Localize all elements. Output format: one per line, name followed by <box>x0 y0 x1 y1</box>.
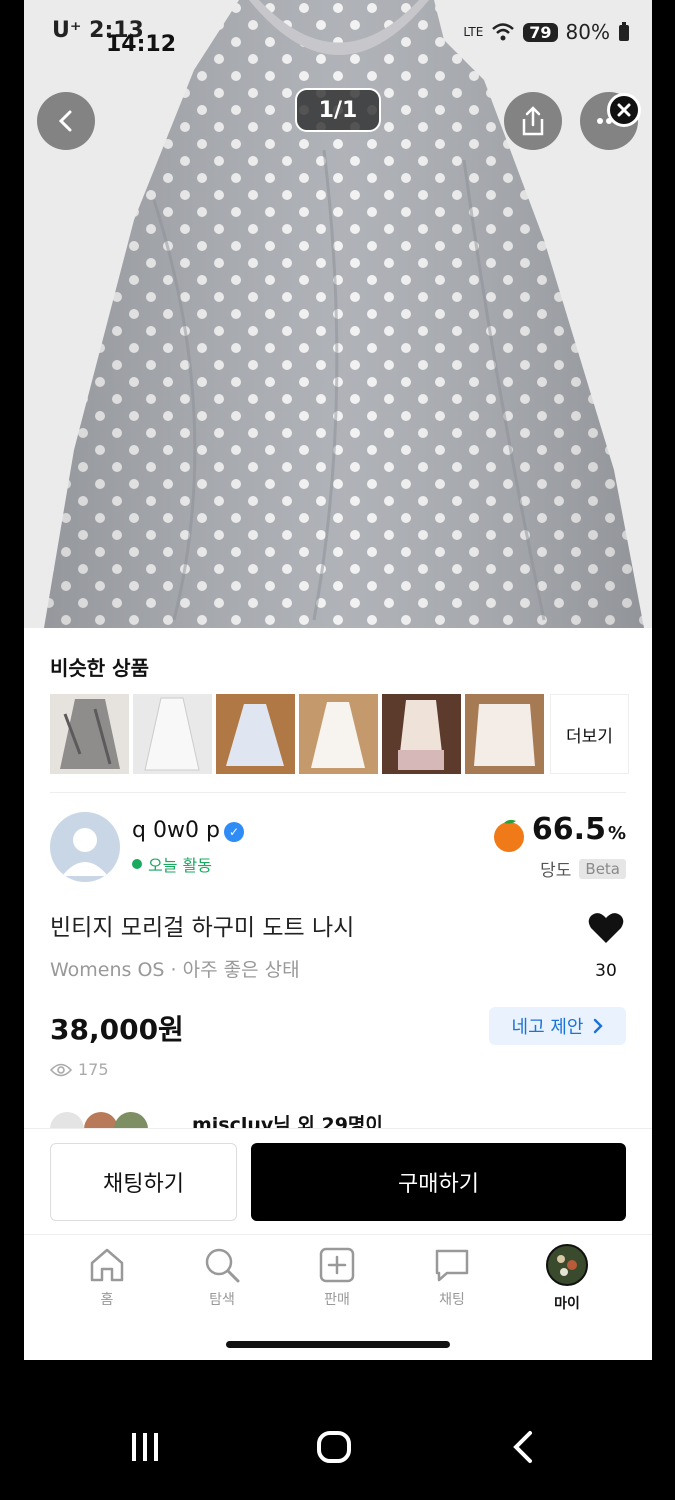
tab-my[interactable]: 마이 <box>527 1244 607 1313</box>
tab-label: 홈 <box>100 1292 114 1308</box>
section-divider <box>50 792 626 793</box>
battery-badge: 79 <box>523 22 558 42</box>
sweetness-label: 당도 <box>540 861 572 881</box>
app-screen: 1/1 비슷한 상품 더보기 q 0w0 p ✓ 오늘 활동 66.5 % 당도… <box>24 0 652 1360</box>
activity-label: 오늘 활동 <box>148 856 212 875</box>
home-nav-icon[interactable] <box>316 1430 352 1464</box>
thumb-image <box>50 694 129 774</box>
similar-products-list: 더보기 <box>50 694 629 774</box>
tab-label: 판매 <box>324 1292 350 1308</box>
recent-apps-icon[interactable] <box>128 1430 162 1464</box>
tab-label: 채팅 <box>439 1292 465 1308</box>
system-nav-bar <box>0 1410 675 1500</box>
chat-button[interactable]: 채팅하기 <box>50 1143 237 1221</box>
similar-more-button[interactable]: 더보기 <box>550 694 629 774</box>
tab-sell[interactable]: 판매 <box>297 1247 377 1309</box>
search-icon <box>205 1248 240 1283</box>
sweetness-label-row[interactable]: 당도 Beta <box>540 856 626 881</box>
heart-icon[interactable] <box>586 908 626 948</box>
similar-product-thumb[interactable] <box>133 694 212 774</box>
seller-name[interactable]: q 0w0 p <box>132 818 220 843</box>
thumb-image <box>133 694 212 774</box>
seller-activity: 오늘 활동 <box>132 852 212 876</box>
network-label: LTE <box>463 25 484 39</box>
view-count: 175 <box>50 1060 109 1079</box>
similar-product-thumb[interactable] <box>382 694 461 774</box>
seller-avatar[interactable] <box>50 812 120 882</box>
like-count: 30 <box>595 961 617 981</box>
tab-label: 탐색 <box>209 1292 235 1308</box>
tab-chat[interactable]: 채팅 <box>412 1247 492 1309</box>
share-icon <box>522 106 544 136</box>
bottom-tab-bar: 홈 탐색 판매 채팅 마이 <box>24 1234 652 1360</box>
back-nav-icon[interactable] <box>510 1430 536 1464</box>
status-bar: U⁺ 2:13 14:12 LTE 79 80% <box>24 12 652 57</box>
profile-avatar <box>546 1244 588 1286</box>
likers-text: miscluv님 외 29명이 <box>192 1114 383 1130</box>
sweetness-score: 66.5% <box>532 812 626 847</box>
close-overlay-button[interactable] <box>607 93 641 127</box>
verified-badge-icon: ✓ <box>224 822 244 842</box>
eye-icon <box>50 1063 72 1076</box>
share-button[interactable] <box>504 92 562 150</box>
battery-percent: 80% <box>565 20 610 44</box>
similar-product-thumb[interactable] <box>299 694 378 774</box>
product-title: 빈티지 모리걸 하구미 도트 나시 <box>50 915 355 941</box>
views-value: 175 <box>78 1060 109 1079</box>
close-icon <box>617 103 631 117</box>
orange-icon <box>494 819 524 852</box>
thumb-image <box>299 694 378 774</box>
buy-button[interactable]: 구매하기 <box>251 1143 626 1221</box>
home-icon <box>90 1248 124 1282</box>
product-condition: Womens OS · 아주 좋은 상태 <box>50 959 300 981</box>
similar-product-thumb[interactable] <box>465 694 544 774</box>
home-indicator <box>226 1341 450 1348</box>
overlay-clock: 14:12 <box>106 32 177 57</box>
product-price: 38,000원 <box>50 1013 184 1046</box>
similar-product-thumb[interactable] <box>216 694 295 774</box>
sweetness-value: 66.5 <box>531 812 606 847</box>
similar-products-title: 비슷한 상품 <box>50 656 149 680</box>
thumb-image <box>465 694 544 774</box>
tab-search[interactable]: 탐색 <box>182 1247 262 1309</box>
image-pager: 1/1 <box>295 88 381 132</box>
status-icons: LTE 79 80% <box>463 20 630 44</box>
battery-icon <box>619 22 629 41</box>
back-button[interactable] <box>37 92 95 150</box>
likers-row[interactable]: miscluv님 외 29명이 <box>50 1108 610 1130</box>
plus-square-icon <box>319 1247 355 1283</box>
wifi-icon <box>492 23 515 41</box>
purchase-action-bar: 채팅하기 구매하기 <box>24 1128 652 1232</box>
offer-label: 네고 제안 <box>511 1017 584 1038</box>
beta-badge: Beta <box>579 858 626 879</box>
online-dot-icon <box>132 859 142 869</box>
similar-product-thumb[interactable] <box>50 694 129 774</box>
default-avatar-icon <box>62 828 108 876</box>
tab-label: 마이 <box>554 1296 580 1312</box>
price-offer-button[interactable]: 네고 제안 <box>489 1007 626 1045</box>
chat-icon <box>435 1249 469 1282</box>
chevron-left-icon <box>58 110 72 132</box>
thumb-image <box>382 694 461 774</box>
chevron-right-icon <box>594 1018 604 1034</box>
tab-home[interactable]: 홈 <box>67 1247 147 1309</box>
sweetness-unit: % <box>607 823 626 844</box>
thumb-image <box>216 694 295 774</box>
